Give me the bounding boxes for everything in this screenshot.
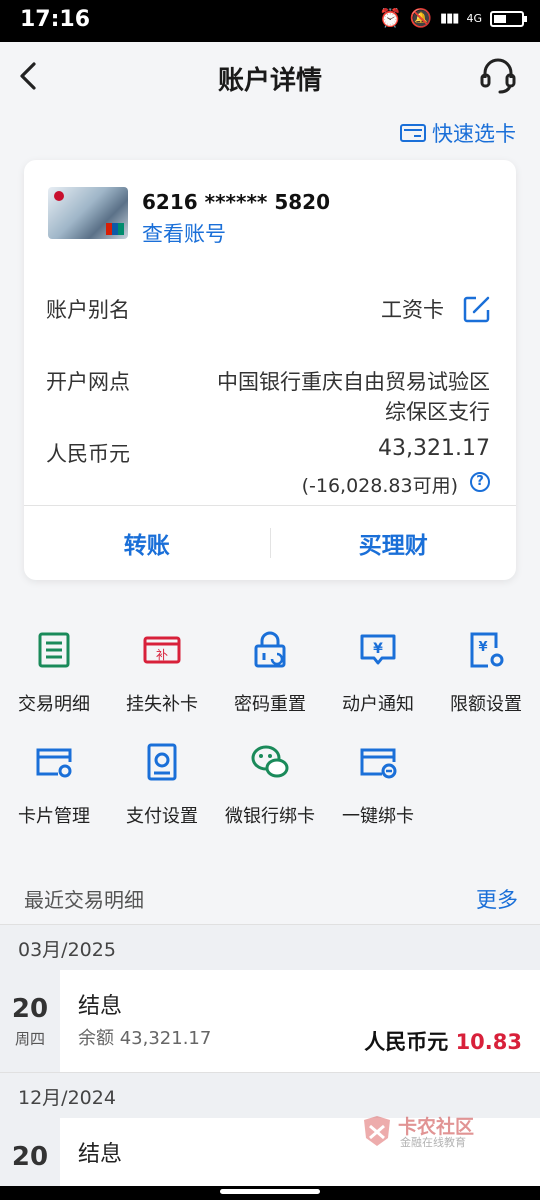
available-balance: (-16,028.83可用) xyxy=(301,475,458,497)
quick-select-card-button[interactable]: 快速选卡 xyxy=(400,118,516,148)
month-label: 03月/2025 xyxy=(18,939,116,961)
svg-text:¥: ¥ xyxy=(373,641,383,657)
function-label: 卡片管理 xyxy=(18,806,90,827)
transaction-day: 20 xyxy=(11,994,49,1024)
payment-settings-button[interactable]: 支付设置 xyxy=(108,742,216,828)
alarm-icon: ⏰ xyxy=(379,8,402,29)
transaction-row[interactable]: 20 周四 结息 余额 43,321.17 人民币元 10.83 xyxy=(0,970,540,1072)
balance-value: 43,321.17 xyxy=(378,436,490,461)
page-title: 账户详情 xyxy=(217,66,322,96)
transaction-amount-value: 10.83 xyxy=(455,1030,522,1054)
watermark-logo-icon xyxy=(364,1116,390,1146)
customer-service-icon[interactable] xyxy=(480,56,516,96)
quick-select-label: 快速选卡 xyxy=(432,122,516,146)
bank-logo-icon xyxy=(54,191,64,201)
transaction-name: 结息 xyxy=(78,1142,123,1167)
status-bar: 17:16 ⏰ 🔕 ▮▮▮ 4G xyxy=(0,0,540,42)
alias-label: 账户别名 xyxy=(46,298,130,322)
nav-bar: 账户详情 xyxy=(0,42,540,112)
one-key-bind-icon xyxy=(360,748,397,779)
report-loss-button[interactable]: 补 挂失补卡 xyxy=(108,630,216,716)
function-label: 密码重置 xyxy=(234,694,306,715)
account-card: 6216 ****** 5820 查看账号 账户别名 工资卡 开户网点 中国银行… xyxy=(24,160,516,580)
transaction-currency: 人民币元 xyxy=(364,1030,449,1054)
signal-icon: ▮▮▮ xyxy=(440,11,459,26)
currency-label: 人民币元 xyxy=(46,442,130,466)
function-label: 微银行绑卡 xyxy=(225,806,315,827)
status-time: 17:16 xyxy=(20,7,91,32)
home-indicator xyxy=(0,1186,540,1200)
account-notify-button[interactable]: ¥ 动户通知 xyxy=(324,630,432,716)
svg-text:¥: ¥ xyxy=(478,640,487,655)
one-key-bind-button[interactable]: 一键绑卡 xyxy=(324,742,432,828)
transaction-amount: 人民币元 10.83 xyxy=(364,1026,522,1056)
transaction-detail-button[interactable]: 交易明细 xyxy=(0,630,108,716)
wechat-bind-icon xyxy=(251,745,289,778)
password-reset-icon xyxy=(254,631,286,668)
mute-icon: 🔕 xyxy=(409,8,432,29)
edit-icon[interactable] xyxy=(462,294,492,324)
function-label: 交易明细 xyxy=(18,694,90,715)
month-header: 03月/2025 xyxy=(0,924,540,970)
watermark: 卡农社区 金融在线教育 xyxy=(358,1110,488,1150)
card-manage-icon xyxy=(36,748,72,778)
transaction-date: 20 周四 xyxy=(0,970,60,1072)
card-actions: 转账 买理财 xyxy=(24,506,516,580)
branch-line1: 中国银行重庆自由贸易试验区 xyxy=(217,370,490,394)
limit-settings-button[interactable]: ¥ 限额设置 xyxy=(432,630,540,716)
transaction-detail-icon xyxy=(38,632,70,668)
payment-settings-icon xyxy=(147,743,177,781)
card-number: 6216 ****** 5820 xyxy=(142,190,331,214)
status-icons: ⏰ 🔕 ▮▮▮ 4G xyxy=(379,8,527,30)
card-switch-icon xyxy=(400,124,426,142)
transaction-weekday: 周四 xyxy=(14,1030,45,1048)
battery-icon xyxy=(490,11,527,27)
buy-wealth-button[interactable]: 买理财 xyxy=(271,526,517,560)
help-icon[interactable]: ? xyxy=(470,472,490,492)
svg-text:补: 补 xyxy=(156,648,168,662)
bank-card-image xyxy=(48,187,128,239)
function-label: 一键绑卡 xyxy=(342,806,414,827)
function-label: 挂失补卡 xyxy=(126,694,198,715)
report-loss-icon: 补 xyxy=(143,636,181,664)
watermark-subtitle: 金融在线教育 xyxy=(400,1136,466,1149)
card-manage-button[interactable]: 卡片管理 xyxy=(0,742,108,828)
transaction-day: 20 xyxy=(11,1142,49,1172)
alias-value: 工资卡 xyxy=(381,298,444,322)
transaction-name: 结息 xyxy=(78,994,123,1019)
view-account-number-link[interactable]: 查看账号 xyxy=(142,218,226,248)
unionpay-icon xyxy=(106,223,124,235)
recent-transactions-header: 最近交易明细 更多 xyxy=(0,872,540,922)
network-label: 4G xyxy=(466,12,482,25)
function-label: 支付设置 xyxy=(126,806,198,827)
recent-transactions-title: 最近交易明细 xyxy=(24,888,144,912)
password-reset-button[interactable]: 密码重置 xyxy=(216,630,324,716)
wechat-bind-button[interactable]: 微银行绑卡 xyxy=(216,742,324,828)
account-notify-icon: ¥ xyxy=(360,634,396,665)
more-link[interactable]: 更多 xyxy=(476,884,518,914)
transaction-balance: 余额 43,321.17 xyxy=(78,1028,212,1049)
branch-line2: 综保区支行 xyxy=(385,400,490,424)
transfer-button[interactable]: 转账 xyxy=(24,526,270,560)
function-label: 限额设置 xyxy=(450,694,522,715)
limit-settings-icon: ¥ xyxy=(470,632,504,668)
branch-label: 开户网点 xyxy=(46,370,130,394)
function-label: 动户通知 xyxy=(342,694,414,715)
month-label: 12月/2024 xyxy=(18,1087,116,1109)
